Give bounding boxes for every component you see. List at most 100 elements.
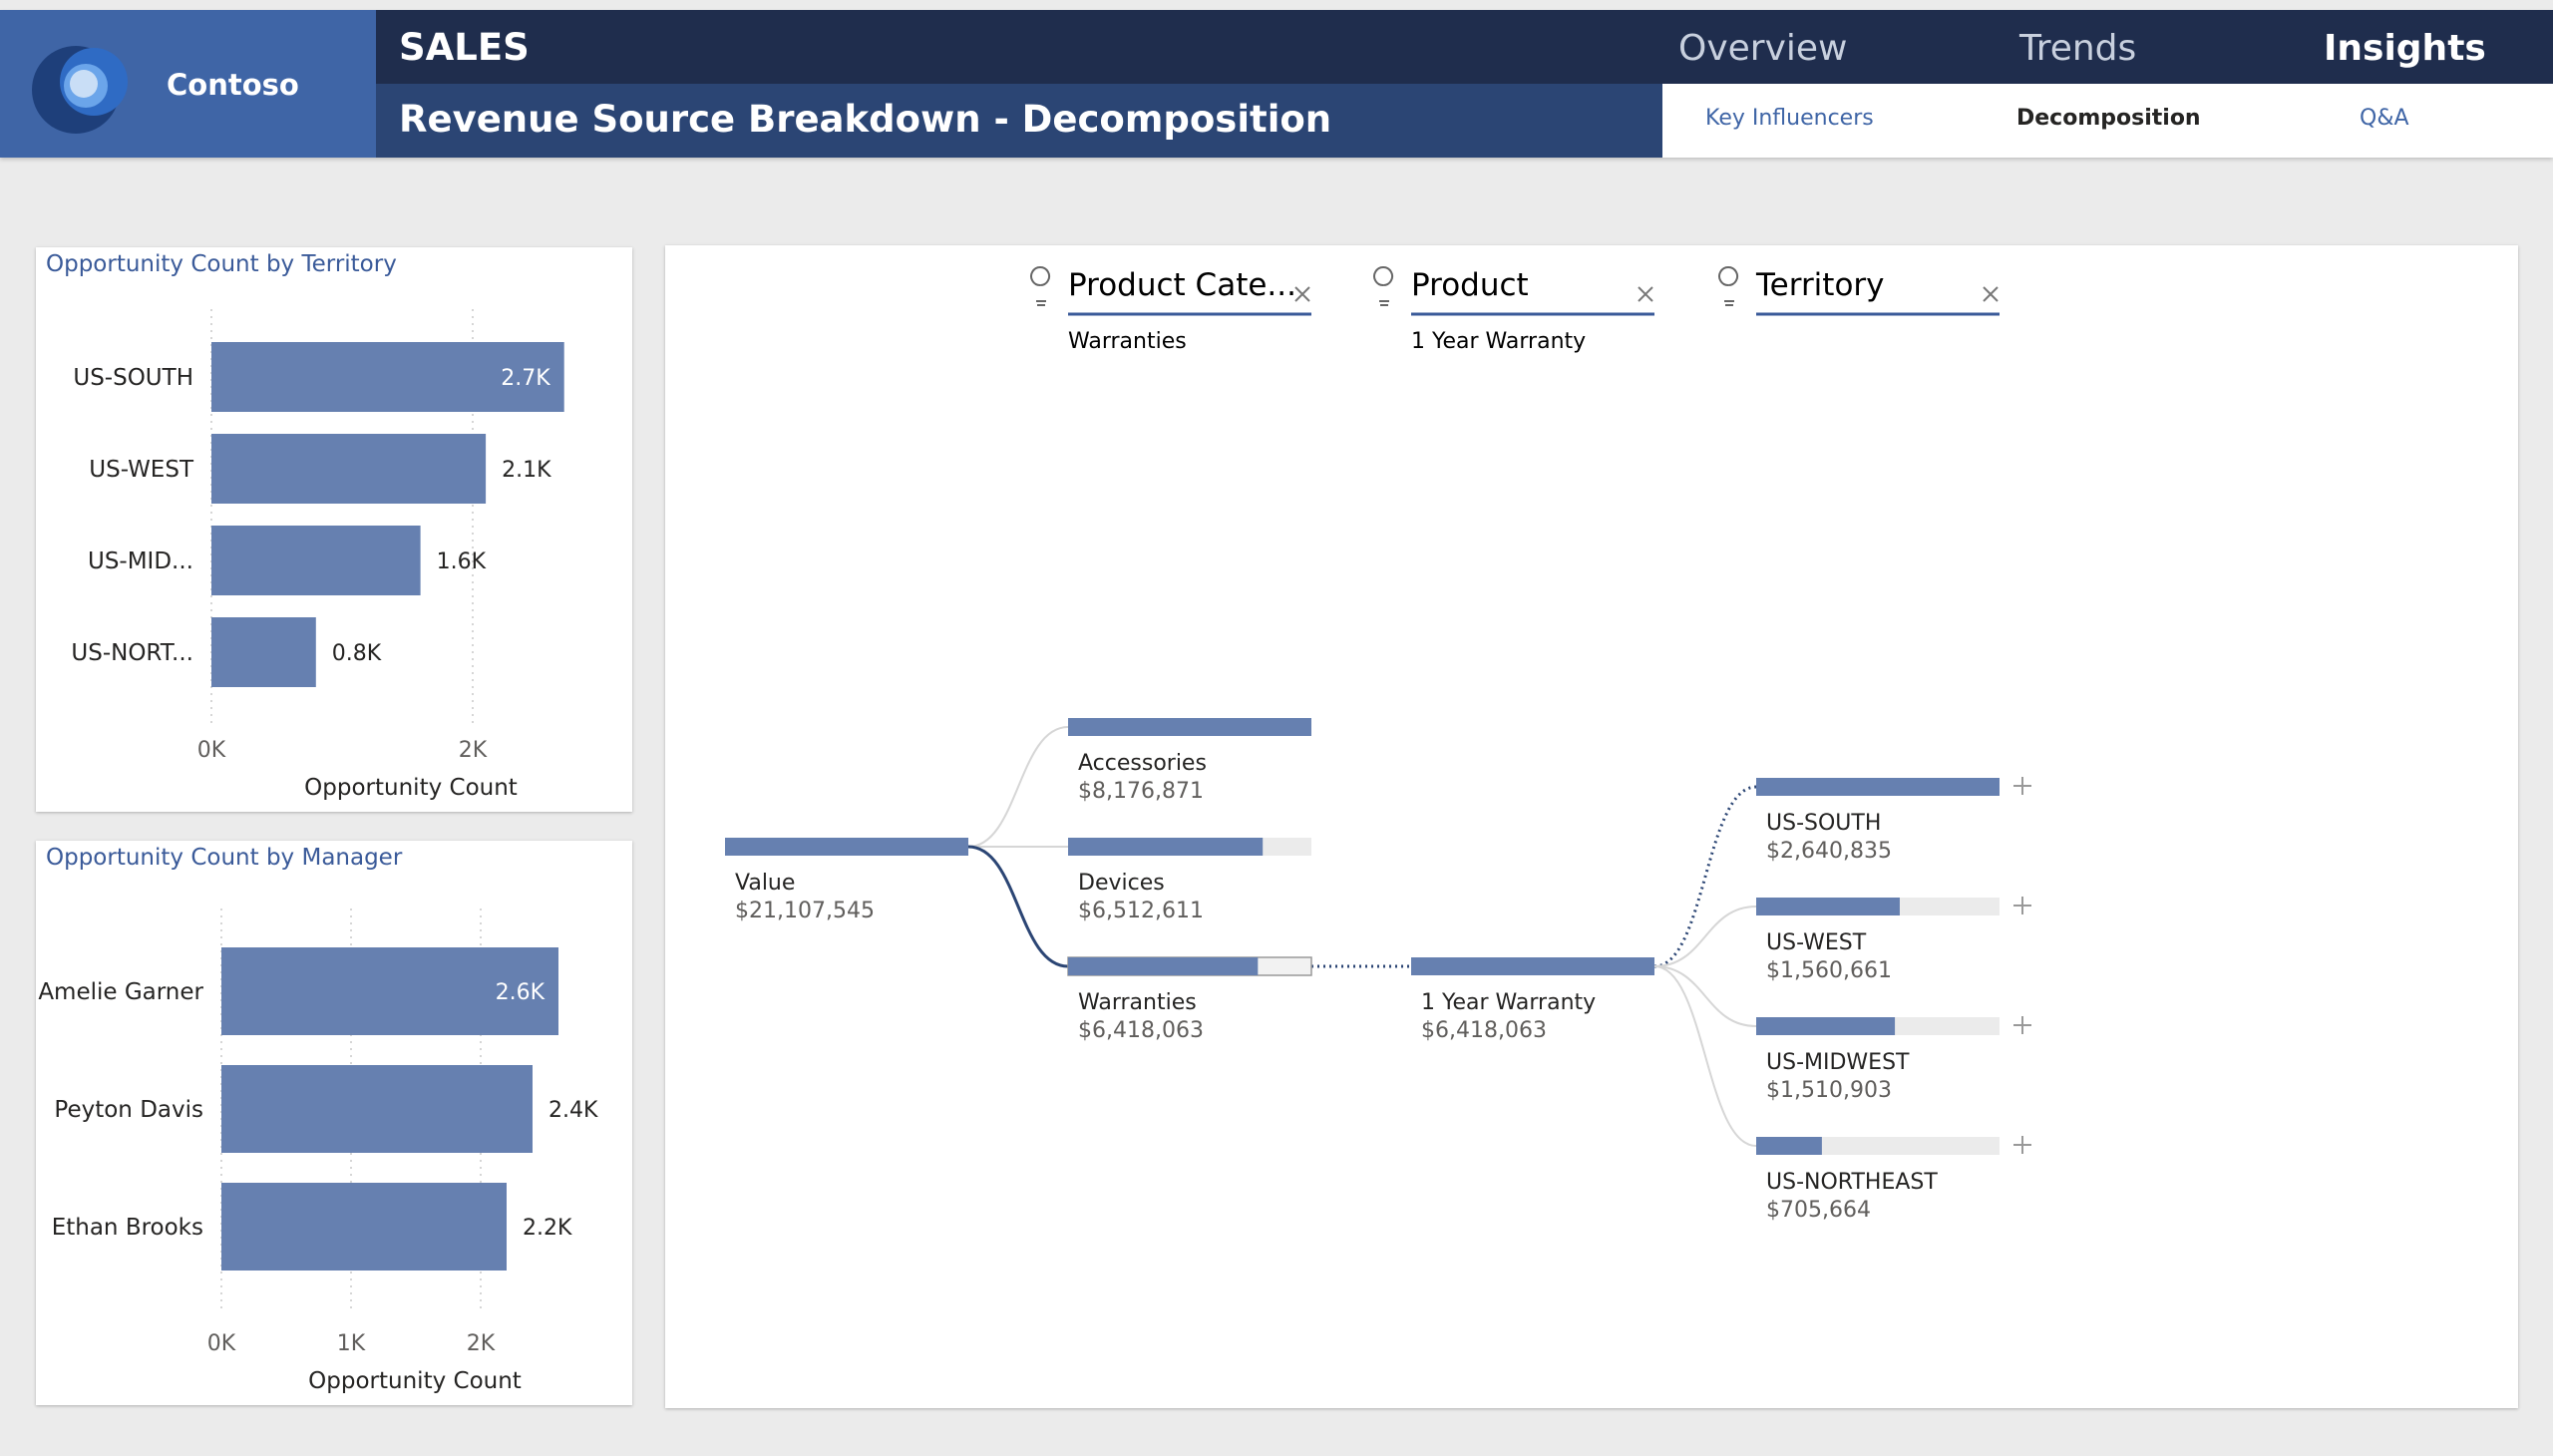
x-axis-label: Opportunity Count [304,775,518,801]
bar[interactable] [221,1183,507,1271]
close-icon[interactable] [1294,286,1310,302]
x-axis-label: Opportunity Count [308,1368,522,1394]
node-label: US-WEST [1766,930,1867,955]
tree-node-devices[interactable]: Devices $6,512,611 [1068,838,1311,923]
subtab-decomposition[interactable]: Decomposition [2016,106,2201,131]
category-label: US-WEST [89,457,194,483]
close-icon[interactable] [1638,286,1653,302]
bar-fill [1068,957,1259,975]
node-value: $6,512,611 [1078,899,1204,923]
level-selection: 1 Year Warranty [1411,329,1586,354]
level-title[interactable]: Product Cate... [1068,267,1296,303]
bar-fill [1411,957,1654,975]
close-icon[interactable] [1983,286,1999,302]
tree-node-warranties[interactable]: Warranties $6,418,063 [1067,956,1312,1043]
node-value: $1,510,903 [1766,1078,1892,1103]
level-header-product-category: Product Cate... Warranties [1030,266,1311,354]
manager-chart-card: Opportunity Count by Manager 0K 1K 2K Oppor… [36,841,632,1405]
app-title: SALES [399,26,530,69]
category-label: Ethan Brooks [52,1215,203,1241]
x-tick-label: 1K [337,1331,366,1356]
tab-overview[interactable]: Overview [1678,28,1848,69]
bar[interactable] [211,526,421,595]
tree-node-territory[interactable]: US-MIDWEST $1,510,903 [1756,1016,2031,1103]
node-label: 1 Year Warranty [1421,990,1596,1015]
brand-name: Contoso [167,68,299,102]
tree-node-product[interactable]: 1 Year Warranty $6,418,063 [1411,957,1654,1043]
contoso-logo-icon [32,46,128,134]
lightbulb-icon[interactable] [1718,266,1739,306]
level-header-product: Product 1 Year Warranty [1373,266,1654,354]
header-band [376,10,2553,84]
level-title[interactable]: Product [1411,267,1529,303]
decomposition-tree: Product Cate... Warranties Product 1 Yea… [725,266,2031,1223]
data-label: 2.4K [548,1098,598,1123]
bar[interactable] [221,1065,533,1153]
x-tick-label: 0K [207,1331,236,1356]
tree-connector [967,726,1069,848]
data-label: 2.2K [523,1216,572,1241]
node-label: US-NORTHEAST [1766,1170,1938,1195]
data-label: 0.8K [332,641,382,666]
territory-chart-card: Opportunity Count by Territory 0K 2K Oppor… [36,247,632,812]
data-label: 1.6K [437,549,487,574]
tree-node-territory[interactable]: US-WEST $1,560,661 [1756,897,2031,983]
bar-fill [1756,1137,1822,1155]
node-label: US-SOUTH [1766,811,1881,836]
level-header-territory: Territory [1718,266,2000,316]
category-label: US-SOUTH [73,365,193,391]
data-label: 2.6K [496,980,546,1005]
node-value: $21,107,545 [735,899,875,923]
manager-chart: 0K 1K 2K Opportunity Count Amelie Garner 2.6K… [38,909,598,1394]
x-tick-label: 2K [467,1331,496,1356]
node-label: Warranties [1078,990,1197,1015]
tree-node-root[interactable]: Value $21,107,545 [725,838,968,923]
tree-node-accessories[interactable]: Accessories $8,176,871 [1068,718,1311,804]
bar-fill [1756,1017,1896,1035]
tree-node-territory[interactable]: US-SOUTH $2,640,835 [1756,777,2031,864]
node-label: Value [735,871,795,896]
bar-fill [1068,718,1311,736]
category-label: Peyton Davis [54,1097,203,1123]
tree-connector [1653,785,1757,968]
bar-fill [1756,778,2000,796]
tab-trends[interactable]: Trends [2019,28,2136,69]
tree-connector [1653,965,1757,1147]
expand-plus-icon[interactable] [2013,777,2031,795]
bar-fill [1756,898,1900,915]
decomposition-tree-card: Product Cate... Warranties Product 1 Yea… [665,245,2518,1408]
page-title: Revenue Source Breakdown - Decomposition [399,98,1332,141]
category-label: US-MID... [88,548,193,574]
tree-connector [967,845,1069,968]
expand-plus-icon[interactable] [2013,1136,2031,1154]
bar-fill [1068,838,1264,856]
bar[interactable] [211,434,487,504]
category-label: US-NORT... [71,640,193,666]
expand-plus-icon[interactable] [2013,897,2031,914]
node-value: $705,664 [1766,1198,1871,1223]
tab-insights[interactable]: Insights [2324,28,2486,69]
node-value: $6,418,063 [1078,1018,1204,1043]
level-title[interactable]: Territory [1755,267,1885,303]
node-label: Devices [1078,871,1165,896]
subtab-key-influencers[interactable]: Key Influencers [1705,106,1874,131]
tree-connector [1653,906,1757,967]
node-value: $1,560,661 [1766,958,1892,983]
node-label: Accessories [1078,751,1207,776]
x-tick-label: 0K [197,738,226,763]
node-value: $2,640,835 [1766,839,1892,864]
category-label: Amelie Garner [38,979,203,1005]
lightbulb-icon[interactable] [1373,266,1394,306]
top-bar: Contoso SALES Revenue Source Breakdown -… [0,10,2553,158]
node-label: US-MIDWEST [1766,1050,1910,1075]
tree-nodes: Value $21,107,545 Accessories $8,176,871 Dev… [725,718,2031,1223]
subtab-qa[interactable]: Q&A [2360,106,2409,131]
bar[interactable] [211,617,316,687]
node-value: $6,418,063 [1421,1018,1547,1043]
data-label: 2.1K [502,458,551,483]
lightbulb-icon[interactable] [1030,266,1051,306]
tree-connector [1653,965,1757,1027]
tree-node-territory[interactable]: US-NORTHEAST $705,664 [1756,1136,2031,1223]
expand-plus-icon[interactable] [2013,1016,2031,1034]
data-label: 2.7K [501,366,550,391]
